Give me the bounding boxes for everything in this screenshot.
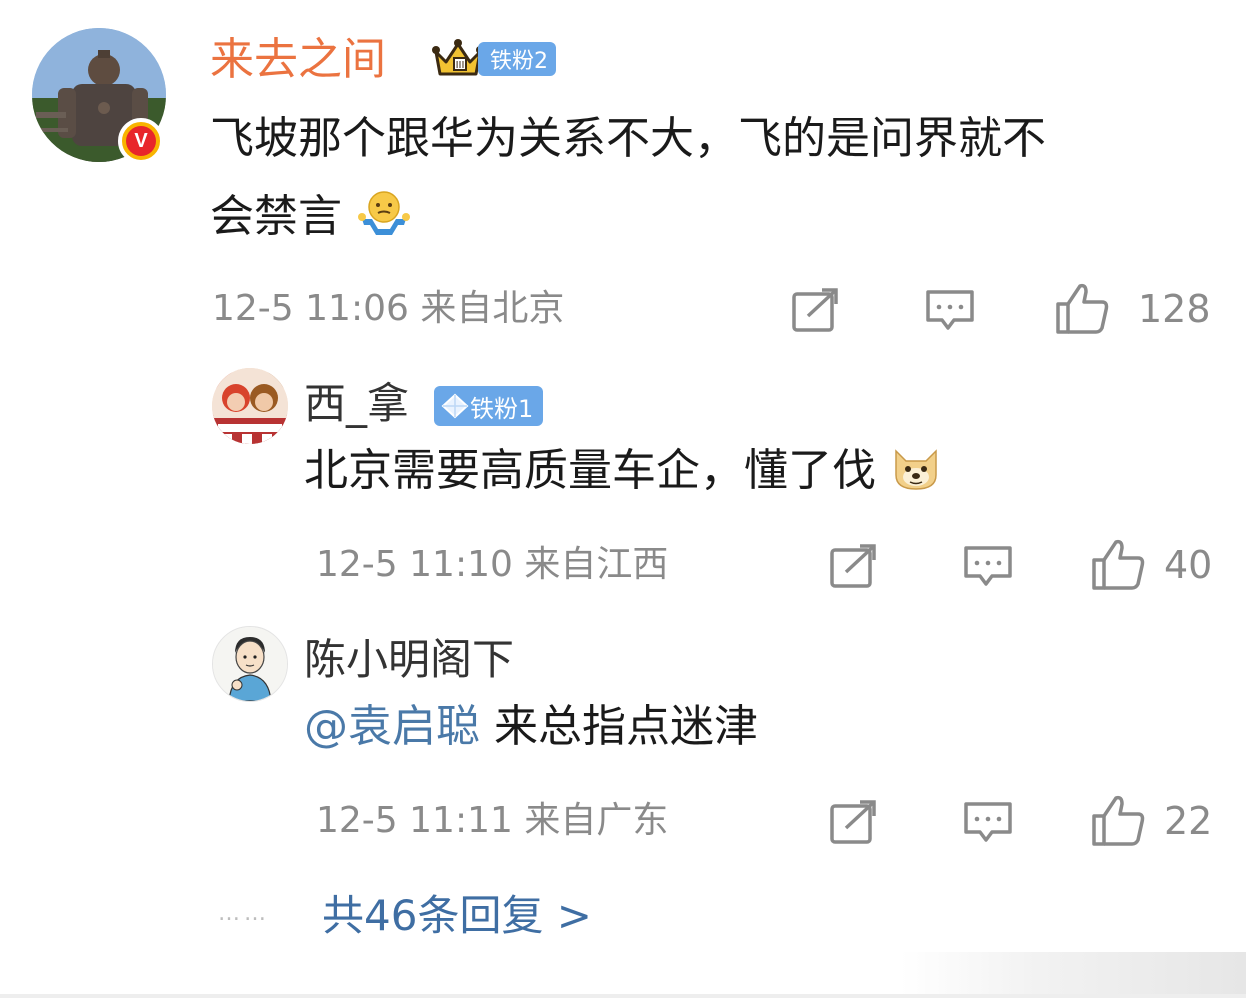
reply1-fan-level: 铁粉1	[470, 394, 534, 423]
share-icon[interactable]	[790, 286, 842, 334]
fan-badge-reply1: 铁粉1	[434, 386, 544, 426]
reply2-comment-icon[interactable]	[962, 800, 1014, 846]
reply1-comment-icon[interactable]	[962, 544, 1014, 590]
reply1-share-icon[interactable]	[828, 542, 880, 590]
main-username[interactable]: 来去之间	[210, 30, 386, 90]
doge-emoji-icon	[895, 449, 937, 490]
game-characters-image	[212, 368, 288, 444]
view-all-replies-link[interactable]: 共46条回复 >	[322, 888, 592, 944]
reply2-timestamp: 12-5 11:11 来自广东	[316, 800, 669, 841]
main-like-count: 128	[1138, 287, 1211, 331]
svg-text:III: III	[456, 60, 465, 71]
fan-level-label: 铁粉2	[478, 42, 556, 76]
diamond-icon	[441, 393, 469, 419]
reply2-text: 来总指点迷津	[480, 701, 758, 752]
reply1-username[interactable]: 西_拿	[304, 376, 409, 432]
main-comment-line2: 会禁言	[210, 191, 342, 242]
ellipsis-divider: ……	[218, 901, 270, 926]
reply2-share-icon[interactable]	[828, 798, 880, 846]
crown-icon: III	[432, 39, 484, 76]
reply2-text-wrap: @袁启聪 来总指点迷津	[304, 694, 758, 760]
reply2-username[interactable]: 陈小明阁下	[304, 632, 514, 688]
main-comment-line2-wrap: 会禁言	[210, 184, 412, 250]
reply2-mention-link[interactable]: @袁启聪	[304, 701, 480, 752]
reply1-avatar[interactable]	[212, 368, 288, 444]
watermark-fade	[900, 952, 1246, 998]
cartoon-boy-image	[213, 627, 287, 701]
main-comment-line1: 飞坡那个跟华为关系不大，飞的是问界就不	[210, 113, 1046, 164]
bottom-divider	[0, 994, 1246, 998]
like-icon[interactable]	[1054, 282, 1110, 336]
reply1-like-icon[interactable]	[1090, 538, 1146, 592]
reply1-like-count: 40	[1164, 543, 1213, 587]
reply2-like-count: 22	[1164, 799, 1213, 843]
verified-v-icon: V	[126, 126, 156, 156]
verified-badge: V	[118, 118, 164, 164]
comment-icon[interactable]	[924, 288, 976, 334]
reply1-text: 北京需要高质量车企，懂了伐	[304, 445, 876, 496]
reply2-avatar[interactable]	[212, 626, 288, 702]
fan-badge-main: III 铁粉2	[432, 38, 556, 80]
shrug-emoji-icon	[358, 191, 410, 235]
reply2-like-icon[interactable]	[1090, 794, 1146, 848]
reply1-text-wrap: 北京需要高质量车企，懂了伐	[304, 438, 942, 504]
main-timestamp: 12-5 11:06 来自北京	[212, 288, 565, 329]
reply1-timestamp: 12-5 11:10 来自江西	[316, 544, 669, 585]
